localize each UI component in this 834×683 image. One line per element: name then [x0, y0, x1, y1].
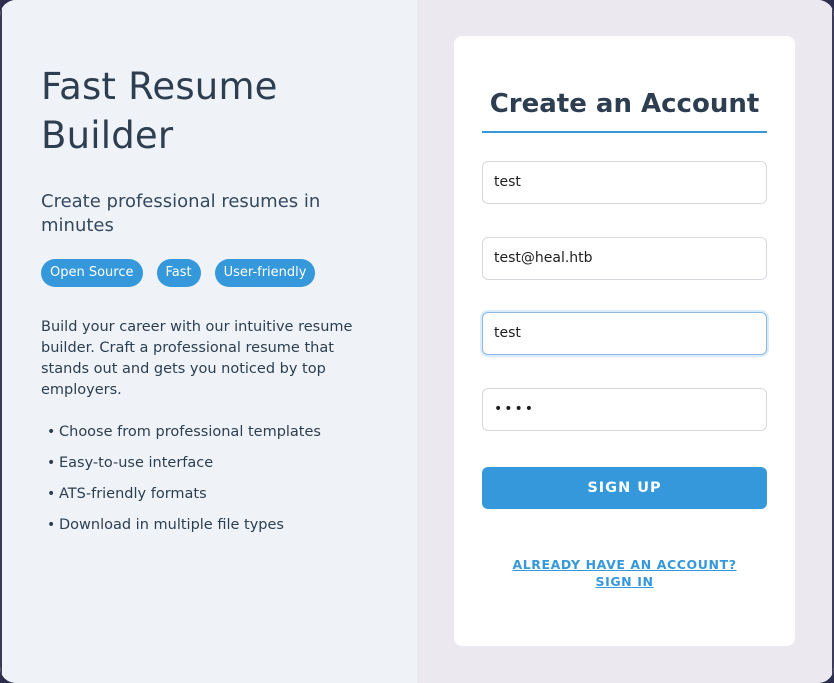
- feature-item: • Download in multiple file types: [41, 510, 379, 541]
- description: Build your career with our intuitive res…: [41, 319, 353, 398]
- sign-in-link-line-2[interactable]: SIGN IN: [482, 573, 767, 590]
- badge-fast: Fast: [156, 259, 201, 287]
- email-field[interactable]: test@heal.htb: [482, 237, 767, 280]
- feature-label: Easy-to-use interface: [59, 455, 214, 471]
- password-field[interactable]: ••••: [482, 388, 767, 431]
- bullet-icon: •: [47, 455, 56, 471]
- feature-label: Download in multiple file types: [59, 517, 284, 533]
- brand-title-line-1: Fast Resume: [41, 65, 278, 108]
- sign-in-link-line-1[interactable]: ALREADY HAVE AN ACCOUNT?: [482, 556, 767, 573]
- badge-open-source: Open Source: [41, 259, 143, 287]
- username-field[interactable]: test: [482, 312, 767, 355]
- signup-card: Create an Account test test@heal.htb tes…: [454, 36, 795, 646]
- feature-list: • Choose from professional templates • Eas…: [41, 417, 379, 541]
- sign-in-link[interactable]: ALREADY HAVE AN ACCOUNT? SIGN IN: [482, 556, 767, 590]
- sign-up-button[interactable]: SIGN UP: [482, 467, 767, 509]
- form-panel: Create an Account test test@heal.htb tes…: [417, 0, 834, 683]
- feature-item: • Easy-to-use interface: [41, 448, 379, 479]
- bullet-icon: •: [47, 517, 56, 533]
- tagline: Create professional resumes in minutes: [41, 191, 321, 236]
- feature-label: Choose from professional templates: [59, 424, 321, 440]
- form-title: Create an Account: [489, 89, 760, 119]
- bullet-icon: •: [47, 486, 56, 502]
- badge-user-friendly: User-friendly: [214, 259, 316, 287]
- brand-title-line-2: Builder: [41, 114, 174, 157]
- badge-list: Open Source Fast User-friendly: [41, 259, 379, 287]
- bullet-icon: •: [47, 424, 56, 440]
- intro-panel: Fast Resume Builder Create professional …: [0, 0, 417, 683]
- brand-title: Fast Resume Builder: [41, 62, 379, 160]
- feature-item: • ATS-friendly formats: [41, 479, 379, 510]
- title-divider: [482, 131, 767, 133]
- app-window: Fast Resume Builder Create professional …: [0, 0, 834, 683]
- full-name-field[interactable]: test: [482, 161, 767, 204]
- feature-item: • Choose from professional templates: [41, 417, 379, 448]
- feature-label: ATS-friendly formats: [59, 486, 207, 502]
